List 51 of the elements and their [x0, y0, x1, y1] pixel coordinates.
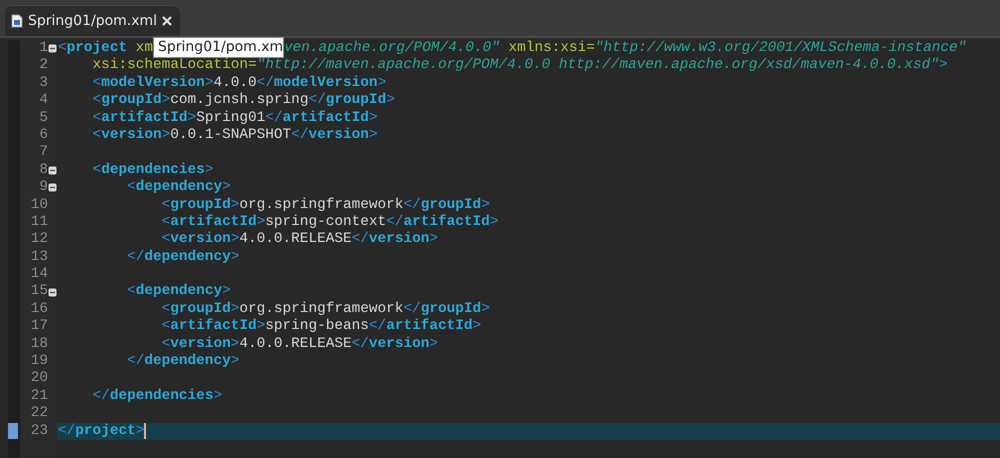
line-number: 6: [38, 126, 48, 144]
line-number: 17: [30, 318, 48, 336]
code-line: <artifactId>spring-context</artifactId>: [160, 214, 498, 232]
code-line: <version>4.0.0.RELEASE</version>: [160, 336, 438, 354]
line-number: 21: [30, 388, 48, 406]
line-number: 9: [38, 179, 48, 197]
collapse-icon[interactable]: [48, 44, 57, 54]
code-line: <groupId>org.springframework</groupId>: [160, 300, 490, 318]
editor-tab[interactable]: Spring01/pom.xml: [5, 6, 180, 36]
code-line: ven.apache.org/POM/4.0.0" xmlns:xsi="http://www.w3.org/2001/XMLSchema-instance": [284, 40, 966, 58]
line-number: 18: [30, 336, 48, 354]
line-number: 13: [30, 248, 48, 266]
code-line: <dependency>: [126, 179, 231, 197]
code-line: <project xm: [58, 40, 154, 58]
line-number: 7: [38, 144, 48, 162]
line-number: 11: [30, 214, 48, 232]
code-line: <dependency>: [126, 283, 231, 301]
line-number: 10: [30, 196, 48, 214]
code-line: xsi:schemaLocation="http://maven.apache.org/POM/4.0.0 http://maven.apache.org/xsd/maven-4.0.0.xsd">: [92, 57, 948, 75]
line-number: 3: [38, 74, 48, 92]
line-number: 12: [30, 231, 48, 249]
code-line: </project>: [58, 422, 144, 440]
code-line: <groupId>com.jcnsh.spring</groupId>: [92, 92, 395, 110]
code-line: <version>4.0.0.RELEASE</version>: [160, 231, 438, 249]
code-line: <groupId>org.springframework</groupId>: [160, 196, 490, 214]
code-line: </dependency>: [126, 353, 240, 370]
line-number: 5: [38, 110, 48, 127]
code-line: </dependencies>: [92, 388, 222, 406]
close-icon[interactable]: [162, 16, 172, 26]
line-number: 8: [38, 162, 48, 180]
file-icon: [11, 14, 23, 28]
code-line: <artifactId>Spring01</artifactId>: [92, 110, 378, 127]
line-number: 20: [30, 370, 48, 388]
code-line: </dependency>: [126, 248, 240, 266]
line-number: 16: [30, 300, 48, 318]
line-number: 19: [30, 353, 48, 370]
line-number: 14: [30, 266, 48, 284]
code-line: <modelVersion>4.0.0</modelVersion>: [92, 74, 386, 92]
collapse-icon[interactable]: [48, 166, 57, 175]
collapse-icon[interactable]: [48, 288, 57, 297]
code-line: <artifactId>spring-beans</artifactId>: [160, 318, 482, 336]
line-number: 23: [30, 422, 48, 440]
line-number: 15: [30, 283, 48, 301]
code-line: <dependencies>: [92, 162, 214, 180]
collapse-icon[interactable]: [48, 183, 57, 192]
code-line: <version>0.0.1-SNAPSHOT</version>: [92, 126, 378, 144]
line-number: 4: [38, 92, 48, 110]
line-number: 22: [30, 405, 48, 423]
line-number: 1: [38, 40, 48, 58]
line-number: 2: [38, 57, 48, 75]
text-cursor: [144, 423, 146, 440]
